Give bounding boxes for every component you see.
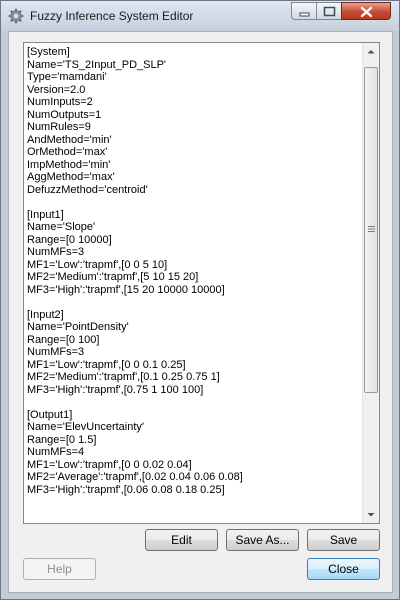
editor-line: NumOutputs=1 [27,108,102,121]
editor-line: NumRules=9 [27,121,91,133]
editor-line: MF1='Low':'trapmf',[0 0 0.1 0.25] [27,358,186,371]
scroll-up-button[interactable] [363,43,379,60]
save-button[interactable]: Save [307,529,380,551]
editor-line: Range=[0 100] [27,333,100,346]
editor-line: Version=2.0 [27,83,86,96]
editor-line: DefuzzMethod='centroid' [27,183,148,196]
editor-line: AggMethod='max' [27,171,115,183]
grip-icon [368,226,375,232]
editor-line: AndMethod='min' [27,133,112,146]
close-window-button[interactable] [341,2,391,20]
editor-line: MF3='High':'trapmf',[0.06 0.08 0.18 0.25… [27,483,225,496]
help-button[interactable]: Help [23,558,96,580]
editor-line: MF2='Medium':'trapmf',[0.1 0.25 0.75 1] [27,371,220,383]
editor-line: OrMethod='max' [27,146,108,158]
vertical-scrollbar[interactable] [362,43,379,523]
editor-line: MF1='Low':'trapmf',[0 0 5 10] [27,258,168,271]
fis-text-editor[interactable]: [System] Name='TS_2Input_PD_SLP' Type='mam… [23,42,380,524]
editor-line: MF3='High':'trapmf',[0.75 1 100 100] [27,383,204,396]
editor-line: ImpMethod='min' [27,158,111,171]
editor-line: MF3='High':'trapmf',[15 20 10000 10000] [27,283,225,296]
minimize-icon [299,12,310,17]
editor-line: Name='TS_2Input_PD_SLP' [27,58,167,71]
scroll-down-button[interactable] [363,506,379,523]
editor-line: Range=[0 10000] [27,233,112,246]
editor-line: Name='PointDensity' [27,321,129,333]
editor-line: [System] [27,46,70,58]
editor-line: [Output1] [27,408,73,421]
window-title: Fuzzy Inference System Editor [30,9,194,23]
editor-line: Name='ElevUncertainty' [27,421,144,433]
edit-button[interactable]: Edit [145,529,218,551]
maximize-icon [323,6,336,17]
editor-line: NumMFs=4 [27,446,85,458]
editor-line: NumMFs=3 [27,246,85,258]
gear-icon[interactable] [8,8,24,24]
arrow-up-icon [367,50,375,54]
editor-line: MF1='Low':'trapmf',[0 0 0.02 0.04] [27,458,192,471]
close-button[interactable]: Close [307,558,380,580]
editor-line: [Input1] [27,208,64,221]
editor-line: MF2='Average':'trapmf',[0.02 0.04 0.06 0… [27,471,243,483]
fis-editor-window: Fuzzy Inference System Editor [System] Na… [0,0,400,600]
fis-text-content[interactable]: [System] Name='TS_2Input_PD_SLP' Type='mam… [27,46,363,520]
editor-line: [Input2] [27,308,64,321]
editor-line: Range=[0 1.5] [27,433,97,446]
arrow-down-icon [367,513,375,517]
maximize-button[interactable] [316,2,342,20]
editor-line: Name='Slope' [27,221,96,233]
editor-line: NumMFs=3 [27,346,85,358]
editor-line: MF2='Medium':'trapmf',[5 10 15 20] [27,271,199,283]
dialog-client-area: [System] Name='TS_2Input_PD_SLP' Type='mam… [8,31,393,593]
editor-line: Type='mamdani' [27,71,107,83]
editor-line: NumInputs=2 [27,96,93,108]
minimize-button[interactable] [291,2,317,20]
close-icon [360,6,373,18]
title-bar[interactable]: Fuzzy Inference System Editor [1,1,399,31]
save-as-button[interactable]: Save As... [226,529,299,551]
scroll-thumb[interactable] [364,67,378,393]
